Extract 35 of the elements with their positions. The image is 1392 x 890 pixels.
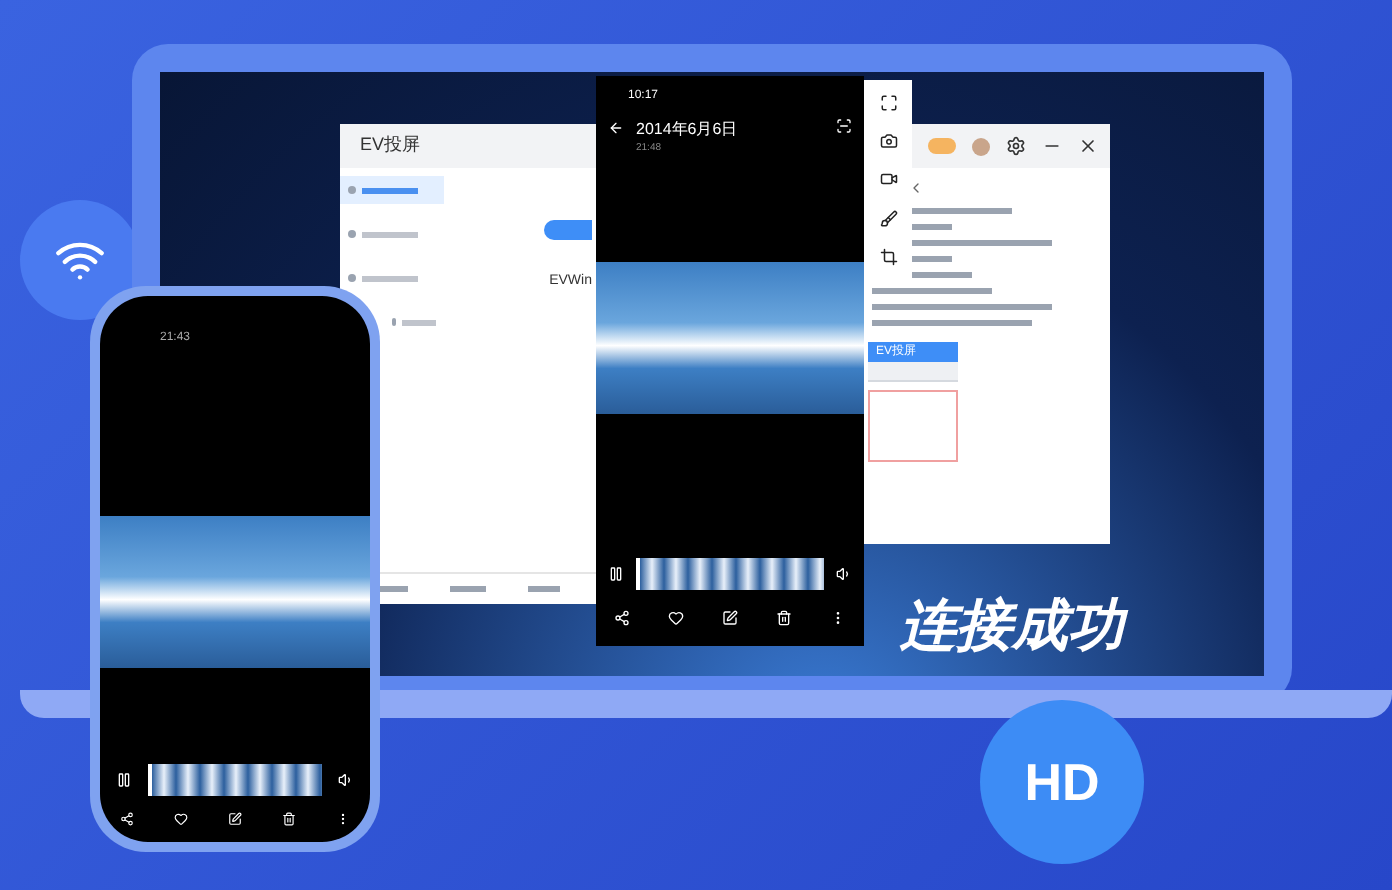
- edit-icon[interactable]: [228, 812, 242, 826]
- trash-icon[interactable]: [282, 812, 296, 826]
- heart-icon[interactable]: [668, 610, 685, 626]
- window-title: EV投屏: [360, 132, 421, 159]
- hd-badge: HD: [980, 700, 1144, 864]
- brush-icon[interactable]: [879, 209, 897, 228]
- video-thumbnail-strip[interactable]: [636, 558, 824, 590]
- video-thumbnail-strip[interactable]: [148, 764, 322, 796]
- scan-icon[interactable]: [836, 118, 852, 134]
- close-icon[interactable]: [1078, 136, 1098, 156]
- share-icon[interactable]: [120, 812, 134, 826]
- crop-icon[interactable]: [879, 247, 897, 266]
- volume-icon[interactable]: [836, 566, 852, 582]
- blurred-text-line: [449, 586, 486, 592]
- heart-icon[interactable]: [174, 812, 188, 826]
- fullscreen-icon[interactable]: [879, 94, 897, 113]
- vip-tag: [928, 138, 956, 154]
- pause-icon[interactable]: [116, 772, 132, 788]
- edit-icon[interactable]: [721, 610, 738, 626]
- video-camera-icon[interactable]: [879, 170, 897, 189]
- photo-date: 2014年6月6日: [636, 118, 740, 142]
- sidebar-item[interactable]: [340, 176, 444, 204]
- avatar-icon: [972, 137, 990, 155]
- volume-icon[interactable]: [338, 772, 354, 788]
- banner-text: 连接成功: [900, 584, 1124, 668]
- blurred-text-line: [872, 288, 992, 294]
- trash-icon[interactable]: [775, 610, 792, 626]
- camera-icon[interactable]: [879, 132, 897, 151]
- pause-icon[interactable]: [608, 566, 624, 582]
- action-button[interactable]: [544, 220, 592, 240]
- share-icon[interactable]: [614, 610, 631, 626]
- diagram-card: [868, 390, 958, 462]
- settings-icon[interactable]: [1006, 136, 1026, 156]
- more-icon[interactable]: [336, 812, 350, 826]
- back-icon[interactable]: [608, 120, 624, 136]
